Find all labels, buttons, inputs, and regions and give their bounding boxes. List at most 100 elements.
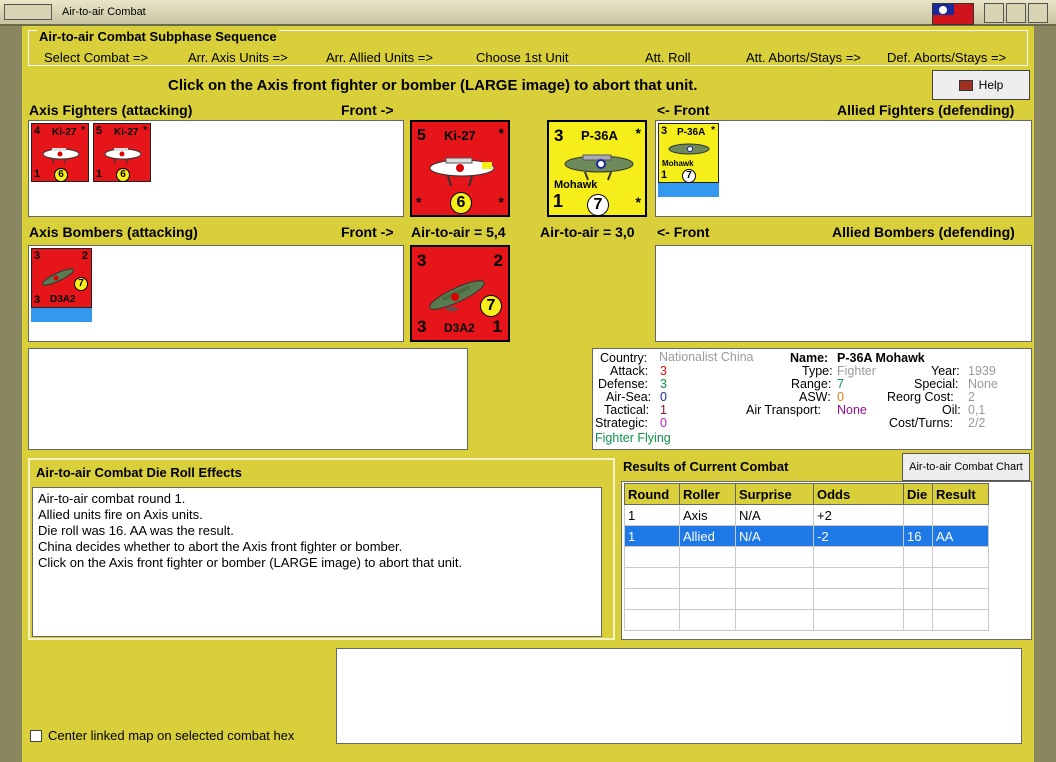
special-value: None: [968, 377, 998, 391]
table-row-empty: [624, 588, 989, 610]
type-value: Fighter: [837, 364, 876, 378]
counter-name: Ki-27: [444, 128, 476, 143]
unit-info-panel: Country: Nationalist China Attack: 3 Def…: [592, 348, 1032, 450]
step-choose-first: Choose 1st Unit: [476, 50, 569, 65]
counter-name: P-36A: [677, 127, 706, 138]
help-button[interactable]: Help: [932, 70, 1030, 100]
d3a2-small-counter[interactable]: 3 2 7 3 D3A2: [31, 248, 92, 308]
range-label: Range:: [791, 377, 832, 391]
col-round[interactable]: Round: [624, 483, 680, 505]
window-title: Air-to-air Combat: [62, 6, 146, 18]
center-map-label: Center linked map on selected combat hex: [48, 728, 295, 743]
instruction-text: Click on the Axis front fighter or bombe…: [168, 77, 698, 94]
step-arr-axis: Arr. Axis Units =>: [188, 50, 288, 65]
step-att-roll: Att. Roll: [645, 50, 691, 65]
country-label: Country:: [600, 351, 648, 365]
step-def-aborts: Def. Aborts/Stays =>: [887, 50, 1007, 65]
ki27-small-counter-1[interactable]: 4 Ki-27 * 1 6: [31, 123, 89, 182]
axis-bombers-header: Axis Bombers (attacking): [29, 224, 198, 240]
counter-defense: 1: [553, 191, 564, 211]
counter-attack: 3: [661, 125, 668, 137]
center-map-checkbox[interactable]: [30, 730, 42, 742]
cell-odds: +2: [813, 504, 904, 526]
col-die[interactable]: Die: [903, 483, 933, 505]
message-box: [336, 648, 1022, 744]
oil-label: Oil:: [942, 403, 961, 417]
reorg-value: 2: [968, 390, 975, 404]
counter-star-br: *: [635, 194, 641, 210]
airsea-label: Air-Sea:: [606, 390, 652, 404]
counter-star: *: [711, 125, 715, 136]
p36a-small-counter[interactable]: 3 P-36A * Mohawk 1 7: [658, 123, 719, 183]
window-menu-icon[interactable]: [4, 4, 52, 20]
counter-star: *: [635, 125, 641, 141]
front-left-label: <- Front: [657, 102, 710, 118]
year-label: Year:: [931, 364, 960, 378]
allied-air-to-air: Air-to-air = 3,0: [540, 224, 635, 240]
fighter-plane-icon: [668, 143, 710, 155]
ki27-front-counter[interactable]: 5 Ki-27 * * 6 *: [410, 120, 510, 217]
close-icon[interactable]: [1028, 3, 1048, 23]
asw-label: ASW:: [799, 390, 831, 404]
country-value: Nationalist China: [659, 350, 754, 364]
ki27-small-counter-2[interactable]: 5 Ki-27 * 1 6: [93, 123, 151, 182]
reorg-label: Reorg Cost:: [887, 390, 954, 404]
cell-surprise: N/A: [735, 525, 814, 547]
table-row[interactable]: 1 Axis N/A +2: [624, 504, 989, 526]
counter-attack: 3: [554, 126, 564, 145]
counter-attack: 5: [96, 125, 103, 137]
die-roll-line: Die roll was 16. AA was the result.: [38, 523, 234, 538]
minimize-icon[interactable]: [984, 3, 1004, 23]
help-label: Help: [978, 78, 1004, 92]
maximize-icon[interactable]: [1006, 3, 1026, 23]
allied-bombers-header: Allied Bombers (defending): [832, 224, 1015, 240]
p36a-front-counter[interactable]: 3 P-36A * Mohawk 1 7 *: [547, 120, 647, 217]
results-table: Round Roller Surprise Odds Die Result 1 …: [624, 483, 989, 631]
fighter-plane-icon: [42, 148, 80, 165]
range-value: 7: [837, 377, 844, 391]
counter-defense: 3: [34, 294, 41, 306]
counter-defense: 1: [96, 168, 103, 180]
combat-chart-button[interactable]: Air-to-air Combat Chart: [902, 453, 1030, 481]
asw-value: 0: [837, 390, 844, 404]
defense-label: Defense:: [598, 377, 649, 391]
col-roller[interactable]: Roller: [679, 483, 736, 505]
cell-result: AA: [932, 525, 989, 547]
unit-notes-box: [28, 348, 468, 450]
front-right-label: Front ->: [341, 102, 394, 118]
fighter-plane-icon: [429, 157, 495, 187]
airtrans-value: None: [837, 403, 867, 417]
counter-value: 7: [480, 295, 502, 317]
airtrans-label: Air Transport:: [746, 403, 822, 417]
axis-air-to-air: Air-to-air = 5,4: [411, 224, 506, 240]
cell-die: 16: [903, 525, 933, 547]
cell-surprise: N/A: [735, 504, 814, 526]
counter-value: 6: [54, 168, 68, 182]
table-row-empty: [624, 546, 989, 568]
airsea-value: 0: [660, 390, 667, 404]
selection-strip: [658, 183, 719, 197]
die-roll-line: China decides whether to abort the Axis …: [38, 539, 403, 554]
table-row-selected[interactable]: 1 Allied N/A -2 16 AA: [624, 525, 989, 547]
counter-star: *: [498, 125, 504, 141]
defense-value: 3: [660, 377, 667, 391]
table-header-row: Round Roller Surprise Odds Die Result: [624, 483, 989, 505]
attack-value: 3: [660, 364, 667, 378]
book-icon: [958, 80, 973, 91]
title-bar: Air-to-air Combat: [0, 0, 1056, 26]
step-select-combat: Select Combat =>: [44, 50, 149, 65]
col-odds[interactable]: Odds: [813, 483, 904, 505]
cell-roller: Allied: [679, 525, 736, 547]
tactical-label: Tactical:: [604, 403, 650, 417]
counter-value: 7: [74, 277, 88, 291]
counter-name: Ki-27: [52, 127, 77, 138]
counter-range: 2: [493, 251, 503, 270]
counter-range: 2: [81, 250, 88, 262]
allied-bombers-box[interactable]: [655, 245, 1032, 342]
col-result[interactable]: Result: [932, 483, 989, 505]
step-arr-allied: Arr. Allied Units =>: [326, 50, 433, 65]
d3a2-front-counter[interactable]: 3 2 7 3 D3A2 1: [410, 245, 510, 342]
col-surprise[interactable]: Surprise: [735, 483, 814, 505]
counter-name: P-36A: [581, 128, 618, 143]
die-roll-text[interactable]: Air-to-air combat round 1. Allied units …: [32, 487, 602, 637]
